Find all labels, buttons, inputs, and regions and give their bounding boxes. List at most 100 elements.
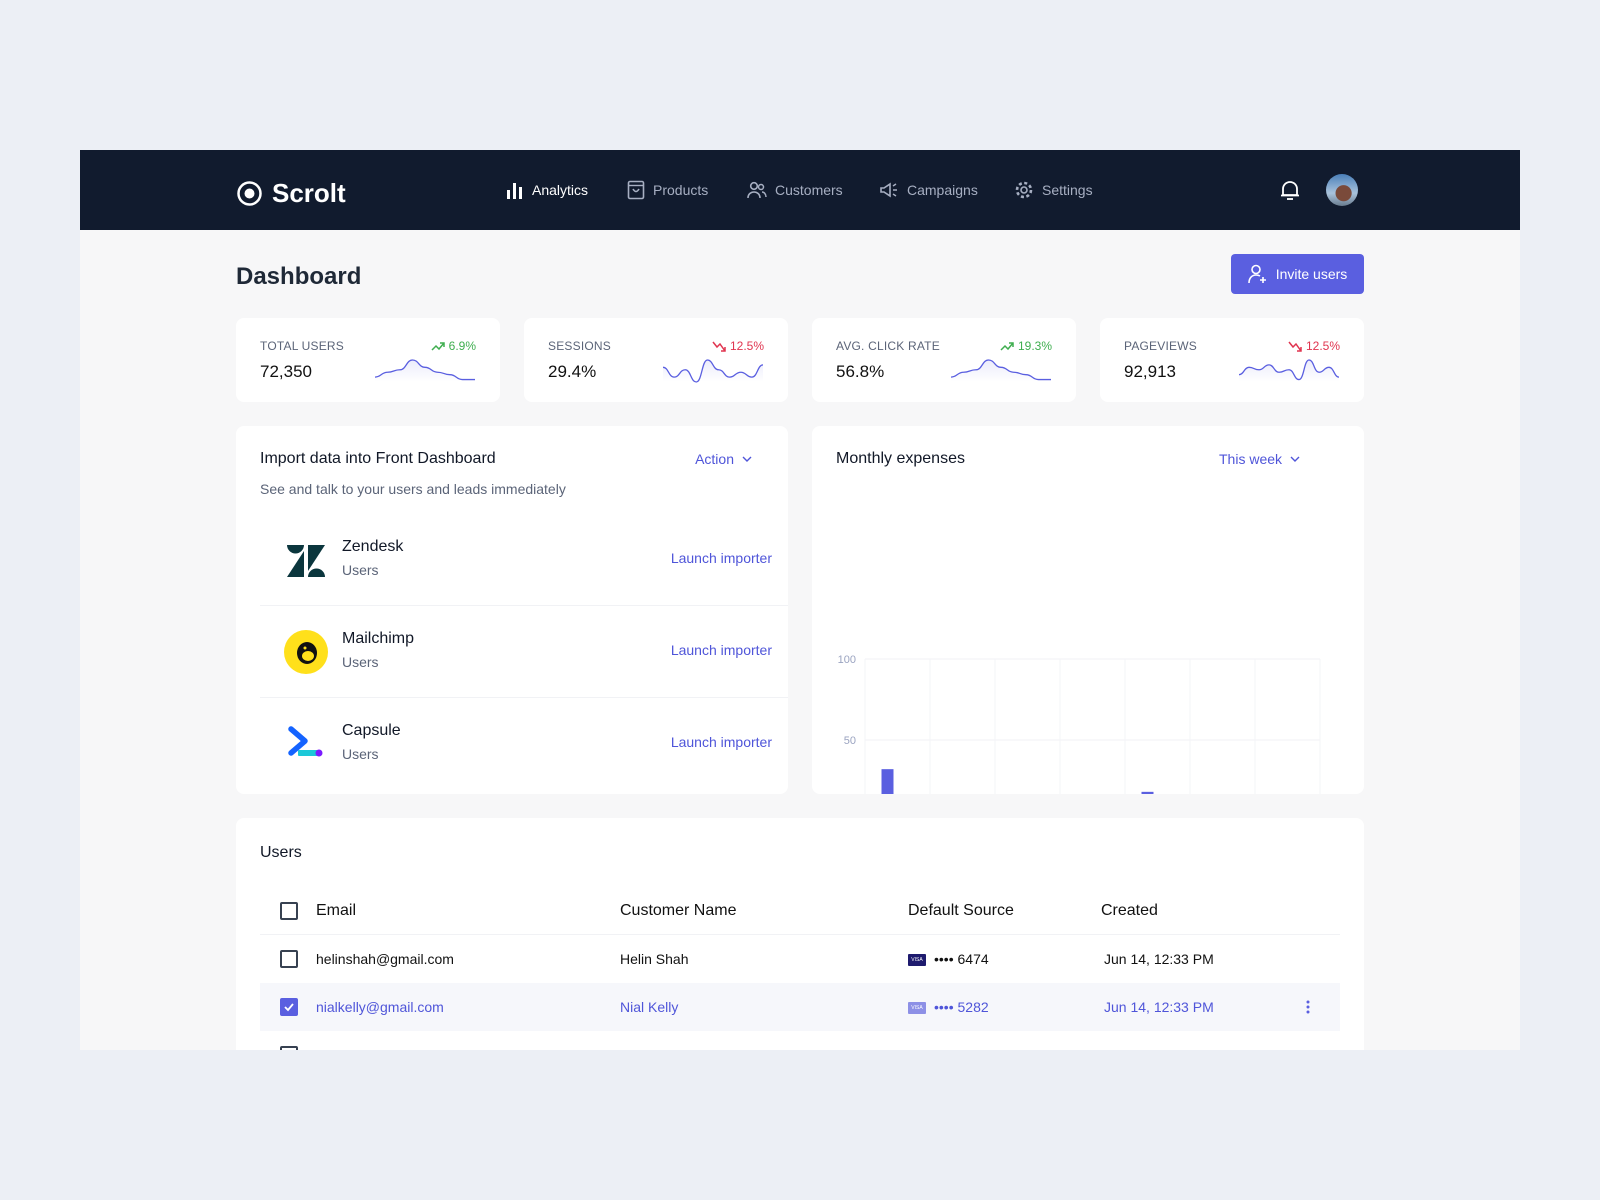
stat-value: 92,913: [1124, 362, 1176, 381]
import-card: Import data into Front Dashboard See and…: [236, 426, 788, 794]
stat-label: PAGEVIEWS: [1124, 339, 1197, 353]
invite-label: Invite users: [1275, 266, 1348, 282]
check-icon: [284, 1003, 294, 1012]
cell-created: Jun 14, 12:33 PM: [1104, 951, 1214, 967]
megaphone-icon: [880, 182, 897, 198]
app-window: Scrolt Analytics Products Customers Camp…: [80, 150, 1520, 1050]
row-checkbox[interactable]: [280, 950, 298, 968]
sparkline: [1238, 359, 1340, 382]
launch-importer-link[interactable]: Launch importer: [671, 550, 772, 566]
nav-label: Customers: [775, 182, 843, 198]
stat-trend: 6.9%: [431, 339, 476, 353]
column-header-customer-name[interactable]: Customer Name: [620, 902, 736, 920]
chevron-down-icon: [742, 456, 752, 462]
table-row[interactable]: helinshah@gmail.com Helin Shah VISA ••••…: [260, 935, 1340, 983]
avatar[interactable]: [1326, 174, 1358, 206]
nav-label: Campaigns: [907, 182, 978, 198]
nav-label: Products: [653, 182, 709, 198]
shopping-bag-icon: [627, 180, 645, 200]
invite-users-button[interactable]: Invite users: [1231, 254, 1364, 294]
sparkline: [662, 359, 764, 383]
nav-analytics[interactable]: Analytics: [506, 150, 588, 230]
trend-up-icon: [431, 341, 445, 351]
logo[interactable]: Scrolt: [237, 178, 346, 209]
import-subtitle: See and talk to your users and leads imm…: [260, 481, 566, 497]
stat-card: PAGEVIEWS 92,913 12.5%: [1100, 318, 1364, 402]
gear-icon: [1015, 181, 1033, 199]
launch-importer-link[interactable]: Launch importer: [671, 734, 772, 750]
visa-card-icon: VISA: [908, 1002, 926, 1014]
nav-campaigns[interactable]: Campaigns: [879, 150, 978, 230]
cell-created: Jun 14, 12:33 PM: [1104, 999, 1214, 1015]
launch-importer-link[interactable]: Launch importer: [671, 642, 772, 658]
nav-customers[interactable]: Customers: [747, 150, 843, 230]
nav-label: Analytics: [532, 182, 589, 198]
cell-email: helinshah@gmail.com: [316, 951, 454, 967]
import-title: Import data into Front Dashboard: [260, 450, 496, 467]
importer-sub: Users: [342, 746, 379, 762]
users-title: Users: [260, 844, 302, 861]
action-dropdown[interactable]: Action: [695, 451, 752, 467]
importer-sub: Users: [342, 562, 379, 578]
cell-email: nialkelly@gmail.com: [316, 999, 444, 1015]
y-tick-label: 100: [838, 654, 856, 666]
stat-card: TOTAL USERS 72,350 6.9%: [236, 318, 500, 402]
sparkline: [950, 359, 1051, 382]
stat-value: 72,350: [260, 362, 312, 381]
users-card: Users Email Customer Name Default Source…: [236, 818, 1364, 1050]
table-row-partial[interactable]: [260, 1031, 1340, 1050]
nav-label: Settings: [1042, 182, 1093, 198]
stat-card: SESSIONS 29.4% 12.5%: [524, 318, 788, 402]
bell-icon[interactable]: [1279, 179, 1301, 201]
more-vertical-icon[interactable]: [1306, 999, 1310, 1015]
nav-products[interactable]: Products: [627, 150, 708, 230]
top-navbar: Scrolt Analytics Products Customers Camp…: [80, 150, 1520, 230]
trend-value: 12.5%: [1305, 339, 1340, 353]
users-icon: [747, 181, 767, 199]
trend-value: 12.5%: [729, 339, 764, 353]
stat-label: AVG. CLICK RATE: [836, 339, 940, 353]
stat-value: 29.4%: [548, 362, 597, 381]
capsule-logo-icon: [288, 726, 323, 757]
stat-label: TOTAL USERS: [260, 339, 344, 353]
stat-label: SESSIONS: [548, 339, 611, 353]
column-header-created[interactable]: Created: [1101, 902, 1158, 920]
visa-card-icon: VISA: [908, 954, 926, 966]
cell-source: •••• 6474: [934, 951, 989, 967]
nav-settings[interactable]: Settings: [1014, 150, 1093, 230]
importer-name: Capsule: [342, 722, 401, 739]
stat-value: 56.8%: [836, 362, 885, 381]
logo-icon: [237, 181, 262, 206]
row-checkbox-checked[interactable]: [280, 998, 298, 1016]
y-tick-label: 50: [844, 735, 856, 747]
importer-name: Mailchimp: [342, 630, 415, 647]
column-header-email[interactable]: Email: [316, 902, 356, 920]
cell-name: Helin Shah: [620, 951, 689, 967]
expenses-bar-chart: 02550100DECJANFEBMARAPRMAYJUN: [838, 654, 1321, 794]
zendesk-logo-icon: [287, 545, 325, 577]
trend-up-icon: [1000, 341, 1014, 351]
app-name: Scrolt: [272, 178, 346, 208]
trend-down-icon: [712, 341, 726, 352]
bar-chart-icon: [507, 183, 522, 199]
bar-apr-series-1: [1141, 791, 1154, 794]
importer-row-mailchimp: Mailchimp Users Launch importer: [260, 606, 788, 698]
table-row-selected[interactable]: nialkelly@gmail.com Nial Kelly VISA ••••…: [260, 983, 1340, 1031]
importer-row-capsule: Capsule Users Launch importer: [260, 698, 788, 790]
importer-name: Zendesk: [342, 538, 404, 555]
row-checkbox[interactable]: [280, 1046, 298, 1050]
stat-trend: 19.3%: [1000, 339, 1052, 353]
importer-sub: Users: [342, 654, 379, 670]
cell-source: •••• 5282: [934, 999, 989, 1015]
importer-row-zendesk: Zendesk Users Launch importer: [260, 514, 788, 606]
expenses-card: Monthly expenses This week 02550100DECJA…: [812, 426, 1364, 794]
select-all-checkbox[interactable]: [280, 902, 298, 920]
column-header-default-source[interactable]: Default Source: [908, 902, 1014, 920]
cell-name: Nial Kelly: [620, 999, 679, 1015]
page-title: Dashboard: [236, 263, 362, 290]
trend-value: 19.3%: [1017, 339, 1052, 353]
bar-dec-series-1: [881, 769, 894, 794]
stat-trend: 12.5%: [712, 339, 764, 353]
stat-card: AVG. CLICK RATE 56.8% 19.3%: [812, 318, 1076, 402]
sparkline: [374, 359, 475, 382]
